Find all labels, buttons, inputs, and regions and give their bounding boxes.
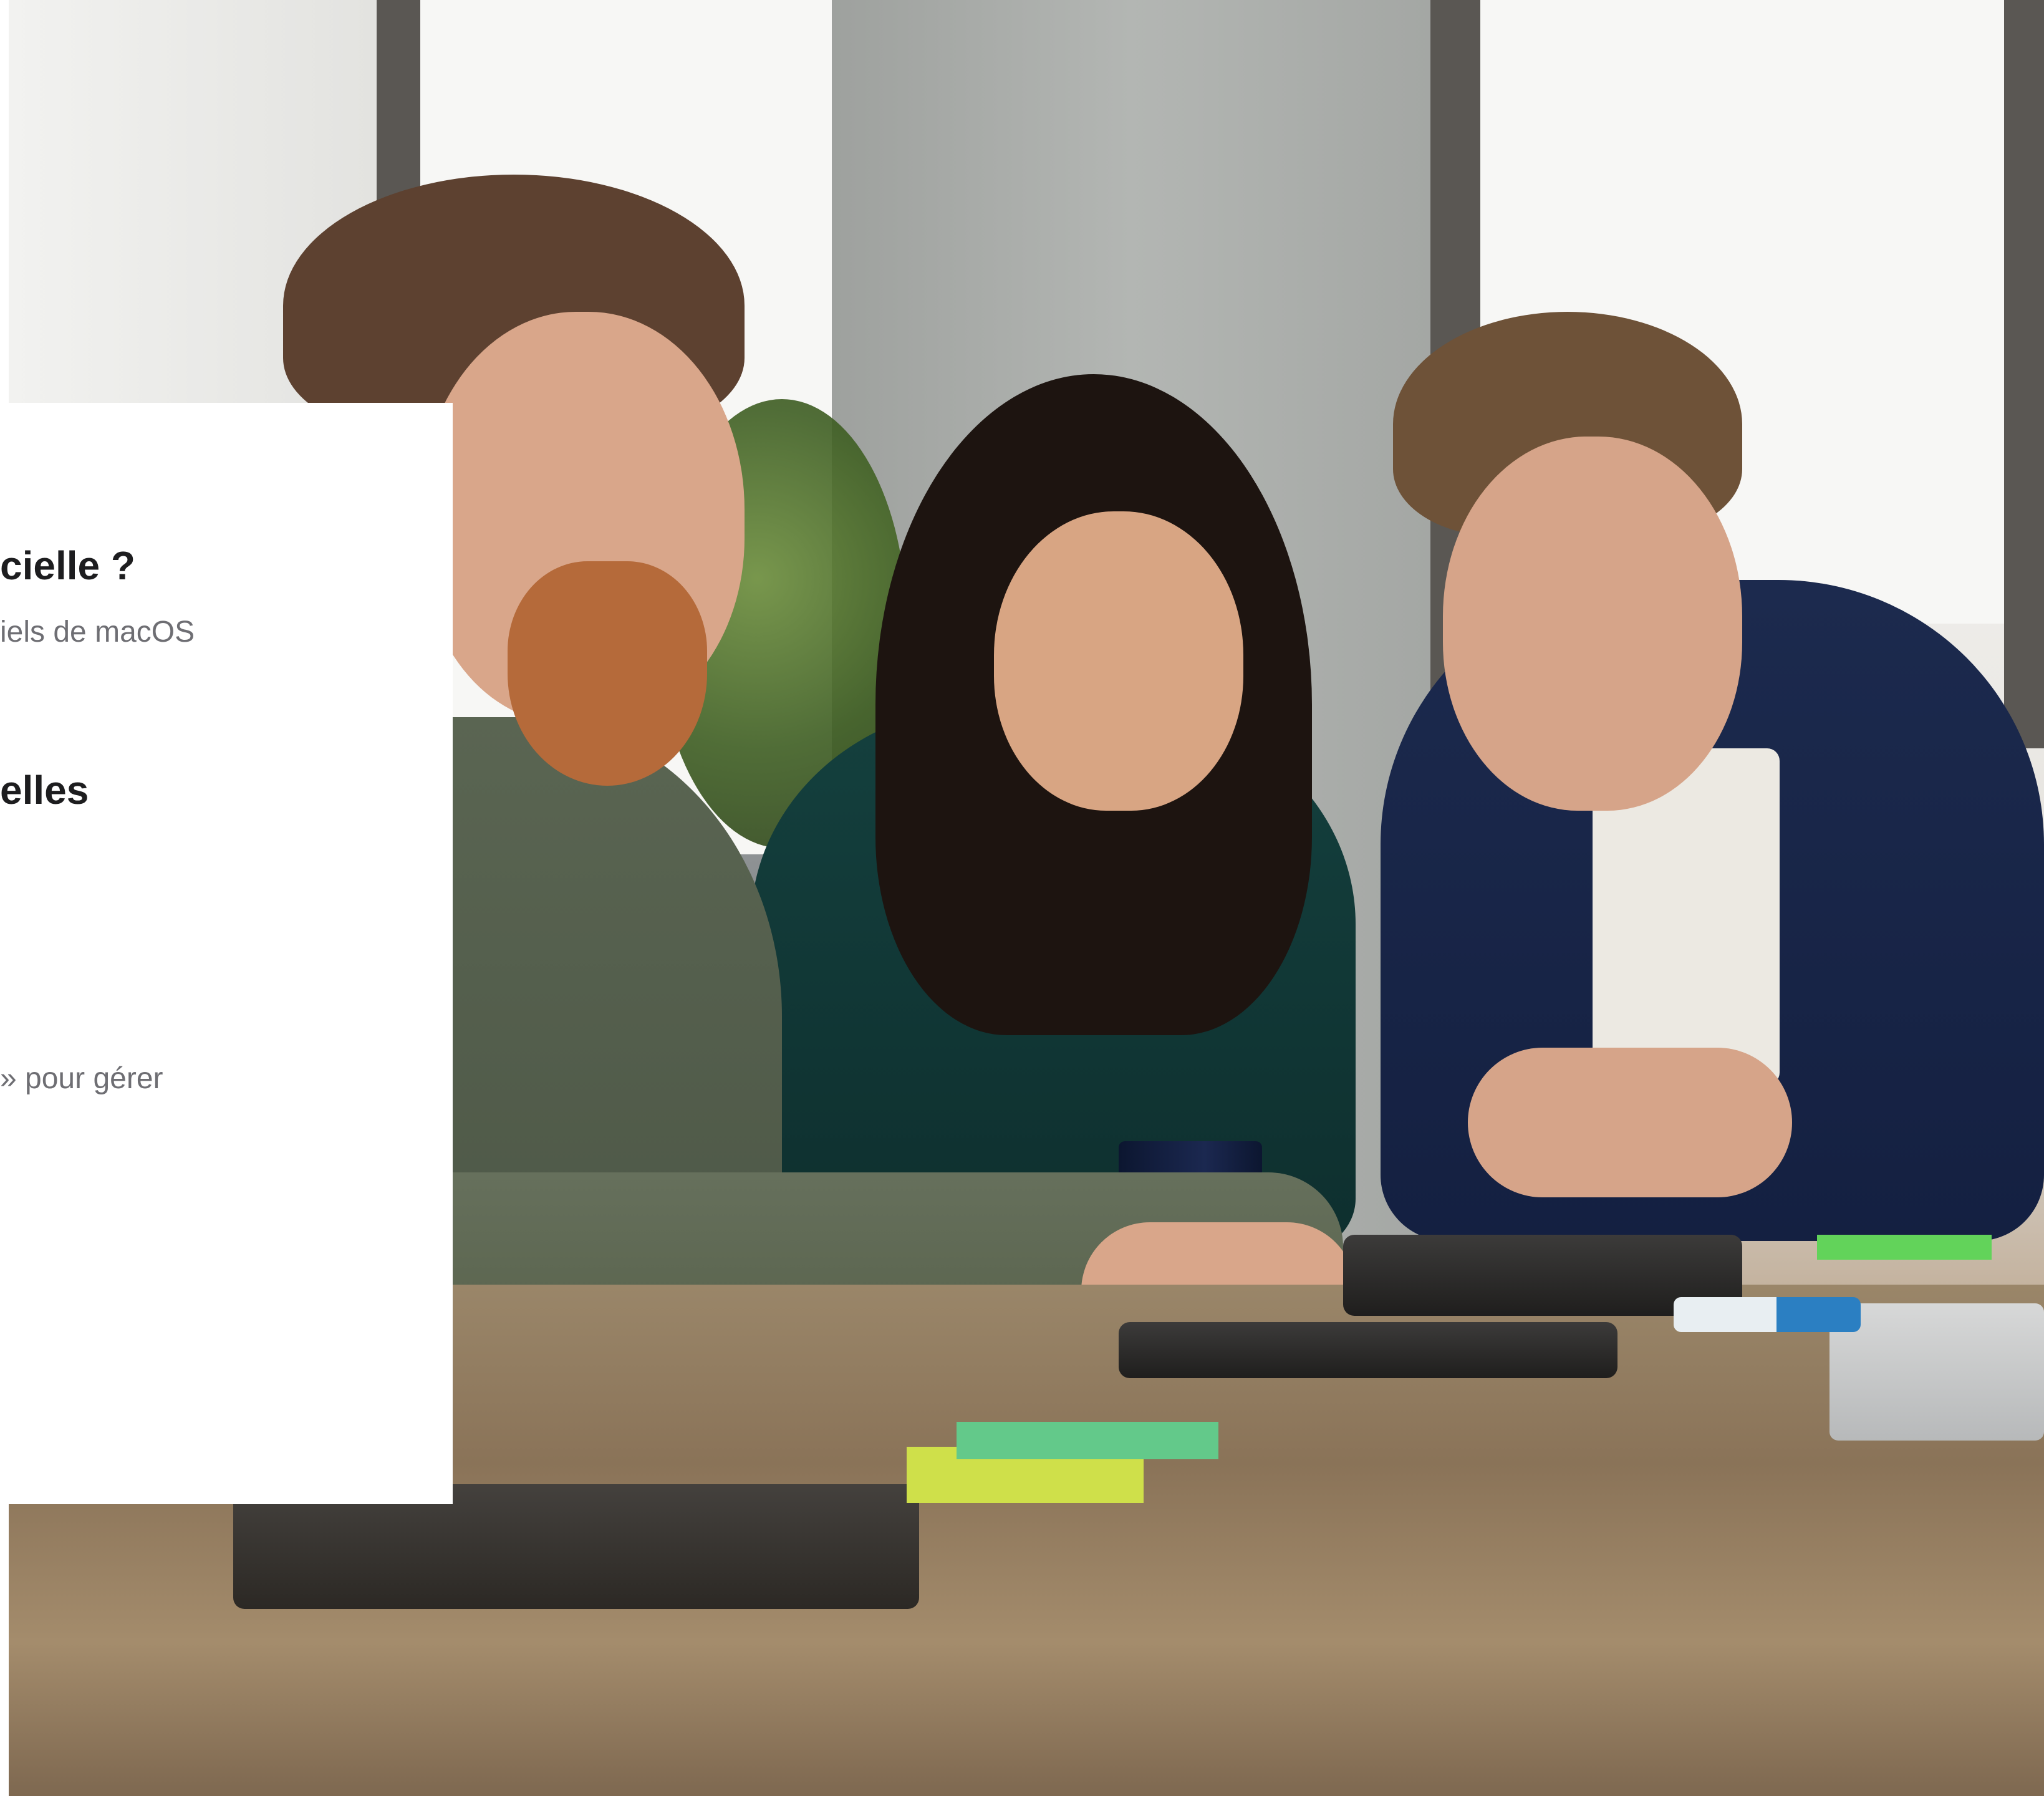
card-heading-1: cielle ?: [0, 543, 135, 588]
person-right-hand: [1468, 1048, 1792, 1197]
person-right-face: [1443, 437, 1742, 811]
person-center-face: [994, 511, 1243, 811]
card-text-1: iels de macOS: [0, 616, 195, 649]
page: cielle ? iels de macOS elles » pour gére…: [0, 0, 2044, 1796]
sticky-note: [957, 1422, 1218, 1459]
marker: [1674, 1297, 1861, 1332]
person-left-beard: [508, 561, 707, 786]
keyboard: [1829, 1303, 2044, 1441]
laptop: [1119, 1322, 1617, 1378]
card-heading-2: elles: [0, 768, 89, 813]
window-frame: [2004, 0, 2044, 748]
sticky-note: [1817, 1235, 1992, 1260]
card-text-2: » pour gérer: [0, 1062, 163, 1095]
info-card: cielle ? iels de macOS elles » pour gére…: [0, 403, 453, 1504]
